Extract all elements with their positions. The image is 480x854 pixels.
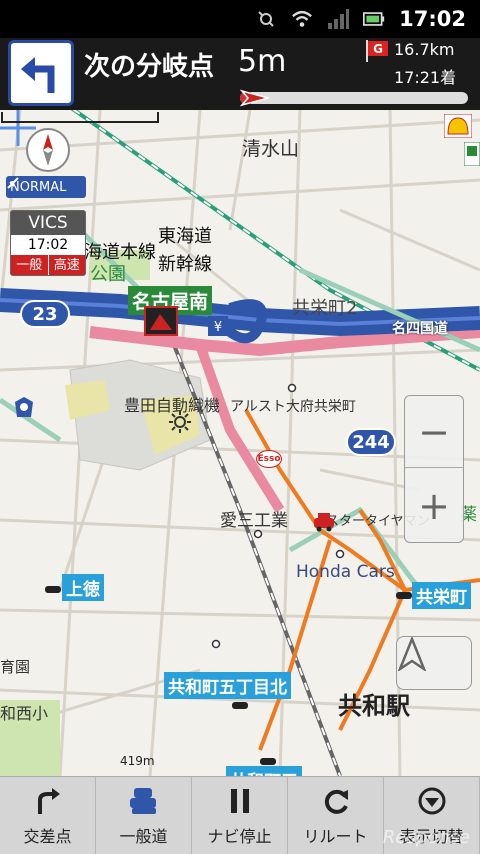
goal-flag-icon: G <box>366 40 388 62</box>
map-label-nishisho: 和西小 <box>0 704 49 723</box>
map-label-koen: 公園 <box>90 264 126 285</box>
signal-icon <box>327 8 350 30</box>
police-icon <box>15 397 33 417</box>
vics-info-panel[interactable]: VICS 17:02 一般 高速 <box>10 210 86 276</box>
map-label-kyoeicho: 共栄町 <box>412 582 471 609</box>
next-junction-label: 次の分岐点 <box>84 52 215 82</box>
map-label-ikuen: 育園 <box>0 658 31 676</box>
esso-icon: Esso <box>256 450 282 468</box>
heading-arrow-icon <box>397 637 427 671</box>
route-shield-23: 23 <box>20 300 70 328</box>
current-position-arrow-icon <box>240 89 270 107</box>
shell-station-icon <box>444 114 472 138</box>
camera-warning-icon <box>144 306 178 336</box>
general-road-label: 一般道 <box>119 826 168 846</box>
general-road-button[interactable]: 一般道 <box>96 777 192 854</box>
next-junction-distance: 5m <box>238 44 287 79</box>
bottom-toolbar: 交差点 一般道 ナビ停止 リルート 表示切替 Response <box>0 776 480 854</box>
navi-stop-button[interactable]: ナビ停止 <box>192 777 288 854</box>
navi-stop-label: ナビ停止 <box>207 826 272 846</box>
map-label-aisan: 愛三工業 <box>220 511 288 531</box>
goal-eta: 17:21着 <box>394 68 457 87</box>
map-view[interactable]: 清水山 東海道 海道本線 新幹線 公園 名古屋南 共栄町2 名四国道 豊田自動織… <box>0 110 480 776</box>
cars-icon <box>128 785 160 817</box>
route-progress-bar <box>240 92 468 104</box>
map-label-meishi-kokudo: 名四国道 <box>392 321 448 337</box>
svg-text:¥: ¥ <box>214 320 222 335</box>
turn-left-arrow-icon <box>21 57 55 93</box>
svg-text:G: G <box>373 42 383 56</box>
route-shield-244: 244 <box>346 428 396 456</box>
map-label-tokaido: 東海道 <box>158 226 212 247</box>
car-shop-icon <box>314 513 334 532</box>
watermark: Response <box>382 827 470 848</box>
status-clock: 17:02 <box>399 7 466 31</box>
status-bar: 17:02 <box>0 0 480 38</box>
vics-time: 17:02 <box>11 235 85 255</box>
display-toggle-icon <box>416 785 448 817</box>
satellite-icon <box>7 177 19 189</box>
reroute-icon <box>320 785 352 817</box>
gps-icon <box>255 8 277 30</box>
reroute-label: リルート <box>303 826 368 846</box>
factory-icon <box>169 411 191 433</box>
map-label-shinkansen: 新幹線 <box>158 254 212 275</box>
vics-mode-general[interactable]: 一般 <box>11 255 49 275</box>
gas-station-icon <box>464 142 480 166</box>
map-label-kyoeicho2: 共栄町2 <box>292 298 358 319</box>
map-label-kyowa5: 共和町五丁目北 <box>164 672 291 699</box>
heading-up-button[interactable] <box>396 636 472 690</box>
zoom-controls: − + <box>404 395 464 543</box>
battery-icon <box>363 8 385 30</box>
reroute-button[interactable]: リルート <box>288 777 384 854</box>
vics-mode-highway[interactable]: 高速 <box>48 255 85 275</box>
intersection-button[interactable]: 交差点 <box>0 777 96 854</box>
map-scale-bar <box>1 112 159 123</box>
map-mode-badge[interactable]: NORMAL <box>6 176 86 198</box>
pause-icon <box>224 785 256 817</box>
map-scale-label: 419m <box>120 754 155 768</box>
turn-arrow-icon <box>32 785 64 817</box>
goal-distance: 16.7km <box>394 40 455 59</box>
map-label-honda: Honda Cars <box>296 562 395 582</box>
map-label-alust: アルスト大府共栄町 <box>230 399 356 415</box>
zoom-out-button[interactable]: − <box>405 396 463 468</box>
map-label-kamitoku: 上徳 <box>62 574 104 601</box>
navigation-header: 次の分岐点 5m G 16.7km 17:21着 <box>0 38 480 110</box>
wifi-icon <box>291 8 313 30</box>
yen-icon: ¥ <box>208 316 228 336</box>
intersection-label: 交差点 <box>23 826 72 846</box>
map-label-shimizuyama: 清水山 <box>242 138 300 160</box>
map-label-kyowa-station: 共和駅 <box>338 692 410 720</box>
turn-direction-button[interactable] <box>8 40 74 106</box>
zoom-in-button[interactable]: + <box>405 470 463 542</box>
vics-title: VICS <box>11 211 85 235</box>
map-label-kyowa-partial: 共和町五 <box>226 766 302 776</box>
